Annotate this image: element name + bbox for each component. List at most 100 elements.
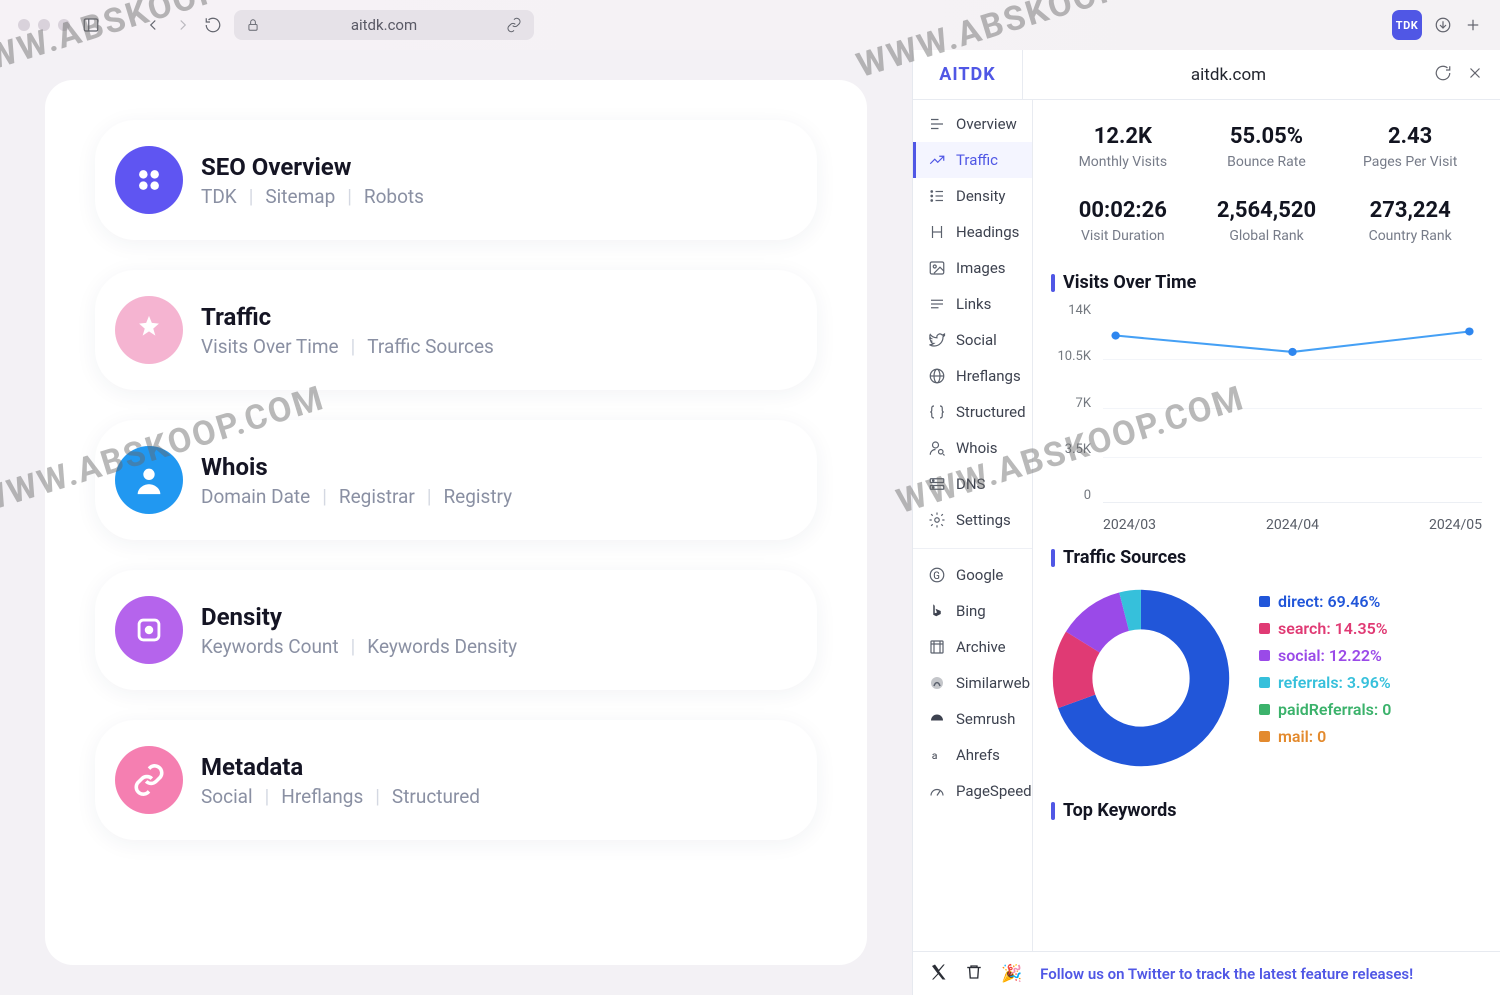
address-bar[interactable]: aitdk.com [234, 10, 534, 40]
social-icon [928, 331, 946, 349]
traffic-light-icon[interactable] [38, 19, 50, 31]
sidebar-item-semrush[interactable]: Semrush [913, 701, 1032, 737]
forward-button[interactable] [174, 16, 192, 34]
sidebar-item-label: Overview [956, 115, 1017, 133]
legend-label: mail: 0 [1278, 727, 1326, 746]
tile-sub-item: Sitemap [265, 185, 335, 208]
section-title-keywords: Top Keywords [1051, 800, 1482, 821]
tile-sub-item: Robots [364, 185, 424, 208]
sidebar-item-overview[interactable]: Overview [913, 106, 1032, 142]
extension-footer: 🎉 Follow us on Twitter to track the late… [913, 951, 1500, 995]
sidebar-toggle-icon[interactable] [82, 16, 100, 34]
tile-sub-item: Structured [392, 785, 480, 808]
sidebar-item-density[interactable]: Density [913, 178, 1032, 214]
legend-label: paidReferrals: 0 [1278, 700, 1391, 719]
sidebar-item-whois[interactable]: Whois [913, 430, 1032, 466]
downloads-icon[interactable] [1434, 16, 1452, 34]
sidebar-item-traffic[interactable]: Traffic [913, 142, 1032, 178]
legend-label: referrals: 3.96% [1278, 673, 1391, 692]
feature-tile[interactable]: Density Keywords Count|Keywords Density [95, 570, 817, 690]
feature-tile[interactable]: SEO Overview TDK|Sitemap|Robots [95, 120, 817, 240]
tile-title: Metadata [201, 753, 480, 781]
metric-value: 55.05% [1199, 124, 1335, 149]
sidebar-item-pagespeed[interactable]: PageSpeed [913, 773, 1032, 809]
x-tick: 2024/03 [1103, 517, 1156, 533]
tile-sub-item: Registry [443, 485, 512, 508]
party-icon: 🎉 [1001, 964, 1022, 984]
feature-grid: SEO Overview TDK|Sitemap|Robots Traffic … [45, 80, 867, 965]
legend-item: social: 12.22% [1259, 646, 1391, 665]
metric-card: 12.2K Monthly Visits [1051, 110, 1195, 184]
back-button[interactable] [144, 16, 162, 34]
metric-label: Bounce Rate [1227, 154, 1306, 170]
metric-value: 00:02:26 [1055, 198, 1191, 223]
sidebar-item-label: Links [956, 295, 991, 313]
sidebar-item-images[interactable]: Images [913, 250, 1032, 286]
metric-card: 273,224 Country Rank [1338, 184, 1482, 258]
close-icon[interactable] [1466, 64, 1484, 86]
metric-label: Pages Per Visit [1363, 154, 1457, 170]
tile-icon [115, 296, 183, 364]
archive-icon [928, 638, 946, 656]
metric-value: 2.43 [1342, 124, 1478, 149]
legend-item: mail: 0 [1259, 727, 1391, 746]
sidebar-item-structured[interactable]: Structured [913, 394, 1032, 430]
sidebar-item-label: Hreflangs [956, 367, 1021, 385]
tile-sub-item: Social [201, 785, 253, 808]
sidebar-item-archive[interactable]: Archive [913, 629, 1032, 665]
legend-label: social: 12.22% [1278, 646, 1382, 665]
sidebar-item-ahrefs[interactable]: a Ahrefs [913, 737, 1032, 773]
extension-badge[interactable]: TDK [1392, 10, 1422, 40]
link-icon[interactable] [506, 17, 522, 33]
delete-icon[interactable] [965, 963, 983, 985]
sidebar-item-label: Traffic [956, 151, 998, 169]
tile-sub-item: Hreflangs [281, 785, 363, 808]
sidebar-item-label: Structured [956, 403, 1026, 421]
sidebar-item-links[interactable]: Links [913, 286, 1032, 322]
legend-swatch [1259, 623, 1270, 634]
sidebar-item-label: Similarweb [956, 674, 1030, 692]
metric-label: Global Rank [1229, 228, 1303, 244]
similarweb-icon [928, 674, 946, 692]
sidebar-item-google[interactable]: G Google [913, 557, 1032, 593]
y-tick: 10.5K [1051, 349, 1091, 364]
new-tab-icon[interactable] [1464, 16, 1482, 34]
donut-slice-search [1073, 642, 1083, 701]
sidebar-item-headings[interactable]: Headings [913, 214, 1032, 250]
sidebar-item-similarweb[interactable]: Similarweb [913, 665, 1032, 701]
sidebar-item-social[interactable]: Social [913, 322, 1032, 358]
metric-card: 00:02:26 Visit Duration [1051, 184, 1195, 258]
ahrefs-icon: a [928, 746, 946, 764]
refresh-icon[interactable] [1434, 64, 1452, 86]
sidebar-item-label: PageSpeed [956, 782, 1032, 800]
legend-label: search: 14.35% [1278, 619, 1388, 638]
tile-title: Density [201, 603, 517, 631]
tile-sub-item: Keywords Density [367, 635, 517, 658]
traffic-light-icon[interactable] [18, 19, 30, 31]
feature-tile[interactable]: Traffic Visits Over Time|Traffic Sources [95, 270, 817, 390]
legend-item: referrals: 3.96% [1259, 673, 1391, 692]
metric-value: 2,564,520 [1199, 198, 1335, 223]
visits-line-chart: 14K10.5K7K3.5K0 2024/032024/042024/05 [1051, 303, 1482, 533]
metric-value: 273,224 [1342, 198, 1478, 223]
window-controls [18, 19, 70, 31]
legend-swatch [1259, 596, 1270, 607]
sidebar-item-settings[interactable]: Settings [913, 502, 1032, 538]
legend-item: search: 14.35% [1259, 619, 1391, 638]
feature-tile[interactable]: Metadata Social|Hreflangs|Structured [95, 720, 817, 840]
traffic-light-icon[interactable] [58, 19, 70, 31]
twitter-icon[interactable] [929, 963, 947, 985]
sidebar-item-bing[interactable]: Bing [913, 593, 1032, 629]
section-title-sources: Traffic Sources [1051, 547, 1482, 568]
tile-icon [115, 446, 183, 514]
metric-card: 55.05% Bounce Rate [1195, 110, 1339, 184]
sidebar-item-hreflangs[interactable]: Hreflangs [913, 358, 1032, 394]
sidebar-item-label: Headings [956, 223, 1019, 241]
tile-title: SEO Overview [201, 153, 424, 181]
x-tick: 2024/05 [1429, 517, 1482, 533]
feature-tile[interactable]: Whois Domain Date|Registrar|Registry [95, 420, 817, 540]
reload-button[interactable] [204, 16, 222, 34]
lock-icon [246, 18, 260, 32]
sidebar-item-dns[interactable]: DNS [913, 466, 1032, 502]
legend-item: direct: 69.46% [1259, 592, 1391, 611]
